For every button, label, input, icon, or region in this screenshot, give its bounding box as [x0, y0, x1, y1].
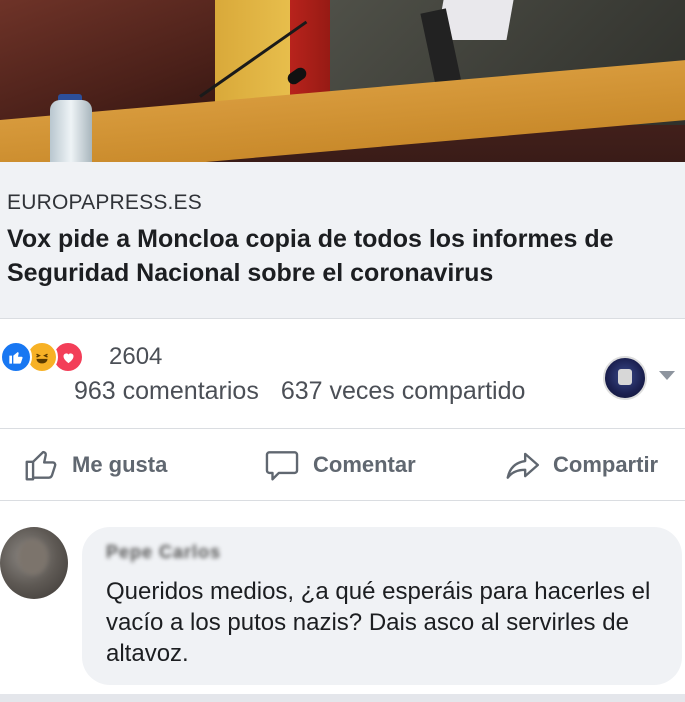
link-domain: EUROPAPRESS.ES	[7, 191, 202, 214]
water-bottle	[50, 100, 92, 162]
chevron-down-icon[interactable]	[659, 371, 675, 380]
like-reaction-icon	[0, 341, 32, 373]
comment-button[interactable]: Comentar	[263, 445, 416, 485]
comment-label: Comentar	[313, 452, 416, 477]
comment-text: Queridos medios, ¿a qué esperáis para ha…	[106, 578, 651, 667]
comment-author[interactable]: Pepe Carlos	[106, 542, 221, 563]
thumbs-up-icon	[25, 450, 57, 481]
like-label: Me gusta	[72, 452, 168, 477]
reaction-icons[interactable]	[0, 341, 84, 373]
share-count[interactable]: 637 veces compartido	[281, 377, 526, 405]
engagement-counts: 963 comentarios 637 veces compartido	[74, 377, 525, 406]
divider	[0, 500, 685, 501]
comment-count[interactable]: 963 comentarios	[74, 377, 259, 405]
share-label: Compartir	[553, 452, 659, 477]
share-button[interactable]: Compartir	[503, 445, 658, 485]
like-button[interactable]: Me gusta	[22, 445, 167, 485]
avatar[interactable]	[0, 527, 68, 599]
share-arrow-icon	[506, 452, 540, 479]
divider	[0, 694, 685, 702]
reaction-count[interactable]: 2604	[109, 343, 162, 371]
comment-icon	[265, 451, 299, 481]
article-image[interactable]	[0, 0, 685, 162]
divider	[0, 428, 685, 429]
page-avatar[interactable]	[603, 356, 647, 400]
link-headline[interactable]: Vox pide a Moncloa copia de todos los in…	[7, 222, 677, 290]
